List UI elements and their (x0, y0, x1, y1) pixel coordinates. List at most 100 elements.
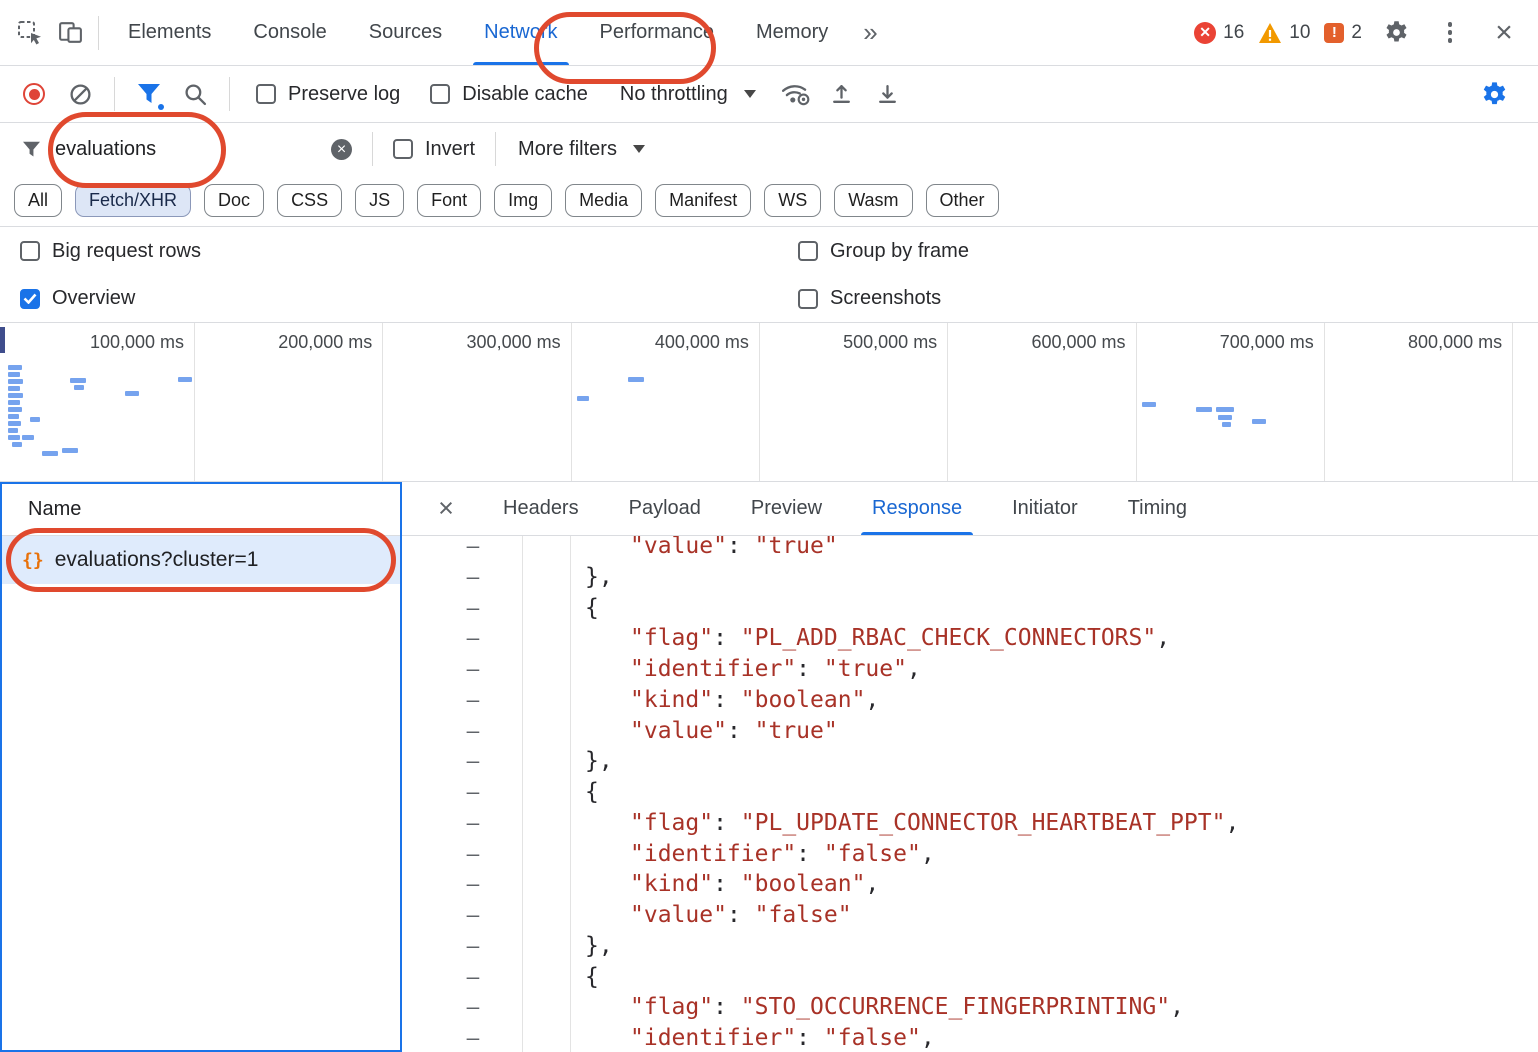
type-filter-js[interactable]: JS (355, 184, 404, 217)
inspect-element-button[interactable] (10, 13, 50, 53)
code-line: –"kind": "boolean", (402, 869, 1538, 900)
type-filter-other[interactable]: Other (926, 184, 999, 217)
timeline-request-bar (1222, 422, 1231, 427)
code-line: –}, (402, 931, 1538, 962)
request-name: evaluations?cluster=1 (55, 548, 259, 572)
code-line: –"identifier": "true", (402, 654, 1538, 685)
code-line: –"kind": "boolean", (402, 685, 1538, 716)
menu-button[interactable] (1430, 13, 1470, 53)
network-conditions-button[interactable] (776, 74, 816, 114)
device-toolbar-button[interactable] (50, 13, 90, 53)
import-har-button[interactable] (822, 74, 862, 114)
record-button[interactable] (14, 74, 54, 114)
code-text: "kind": "boolean", (523, 685, 879, 716)
detail-tab-timing[interactable]: Timing (1103, 482, 1212, 535)
console-errors-badge[interactable]: ✕ 16 (1194, 22, 1244, 44)
name-column-header[interactable]: Name (2, 484, 400, 536)
throttling-select[interactable]: No throttling (620, 83, 756, 106)
tab-sources[interactable]: Sources (348, 0, 463, 65)
network-conditions-icon (781, 81, 811, 107)
overview-checkbox[interactable]: Overview (20, 287, 135, 310)
export-har-button[interactable] (868, 74, 908, 114)
console-warnings-badge[interactable]: 10 (1258, 22, 1310, 44)
checkbox[interactable] (798, 241, 818, 261)
type-filter-img[interactable]: Img (494, 184, 552, 217)
clear-button[interactable] (60, 74, 100, 114)
line-marker: – (402, 962, 523, 993)
timeline-request-bar (30, 417, 40, 422)
code-text: }, (523, 931, 613, 962)
settings-button[interactable] (1376, 13, 1416, 53)
type-filter-fetch-xhr[interactable]: Fetch/XHR (75, 184, 191, 217)
code-text: "value": "false" (523, 900, 852, 931)
type-filter-ws[interactable]: WS (764, 184, 821, 217)
inspect-icon (17, 20, 43, 46)
group-by-frame-checkbox[interactable]: Group by frame (798, 240, 969, 263)
timeline-tick-label: 300,000 ms (389, 332, 561, 353)
more-filters-button[interactable]: More filters (518, 138, 645, 161)
tab-network[interactable]: Network (463, 0, 578, 65)
type-filter-doc[interactable]: Doc (204, 184, 264, 217)
checkbox[interactable] (256, 84, 276, 104)
detail-tab-response[interactable]: Response (847, 482, 987, 535)
timeline-request-bar (8, 365, 22, 370)
type-filter-font[interactable]: Font (417, 184, 481, 217)
type-filter-wasm[interactable]: Wasm (834, 184, 912, 217)
code-line: –"flag": "PL_UPDATE_CONNECTOR_HEARTBEAT_… (402, 808, 1538, 839)
timeline-request-bar (12, 442, 22, 447)
checkbox[interactable] (798, 289, 818, 309)
request-type-filters: All Fetch/XHR Doc CSS JS Font Img Media Manifest… (0, 175, 1538, 227)
tab-console[interactable]: Console (232, 0, 347, 65)
checkbox[interactable] (430, 84, 450, 104)
filter-input[interactable] (55, 138, 327, 161)
line-marker: – (402, 716, 523, 747)
detail-tab-initiator[interactable]: Initiator (987, 482, 1103, 535)
timeline-gridline (194, 323, 195, 481)
error-count: 16 (1223, 22, 1244, 44)
detail-tab-payload[interactable]: Payload (604, 482, 726, 535)
more-tabs-button[interactable]: » (849, 17, 891, 48)
overview-timeline[interactable]: 100,000 ms200,000 ms300,000 ms400,000 ms… (0, 322, 1538, 482)
checkbox[interactable] (393, 139, 413, 159)
timeline-request-bar (8, 421, 21, 426)
tab-performance[interactable]: Performance (579, 0, 736, 65)
type-filter-css[interactable]: CSS (277, 184, 342, 217)
panel-tabs: ElementsConsoleSourcesNetworkPerformance… (107, 0, 849, 65)
screenshots-checkbox[interactable]: Screenshots (798, 287, 941, 310)
code-text: "identifier": "false", (523, 1023, 935, 1052)
close-details-button[interactable]: × (428, 495, 464, 522)
disable-cache-checkbox[interactable]: Disable cache (430, 83, 588, 106)
clear-filter-icon[interactable]: × (331, 139, 352, 160)
detail-tab-preview[interactable]: Preview (726, 482, 847, 535)
checkbox-label: Overview (52, 287, 135, 310)
type-filter-all[interactable]: All (14, 184, 62, 217)
timeline-gridline (759, 323, 760, 481)
overview-grip[interactable] (0, 327, 5, 353)
timeline-request-bar (8, 407, 22, 412)
tab-elements[interactable]: Elements (107, 0, 232, 65)
tab-memory[interactable]: Memory (735, 0, 849, 65)
filter-funnel-small-icon (22, 141, 41, 158)
timeline-gridline (1324, 323, 1325, 481)
error-icon: ✕ (1194, 22, 1216, 44)
line-marker: – (402, 536, 523, 562)
network-settings-button[interactable] (1474, 74, 1514, 114)
request-row[interactable]: {}evaluations?cluster=1 (2, 536, 400, 584)
detail-tab-headers[interactable]: Headers (478, 482, 604, 535)
indent-guide (570, 536, 571, 1052)
checkbox-checked[interactable] (20, 289, 40, 309)
big-request-rows-checkbox[interactable]: Big request rows (20, 240, 201, 263)
throttling-value: No throttling (620, 83, 728, 106)
type-filter-manifest[interactable]: Manifest (655, 184, 751, 217)
close-devtools-button[interactable]: × (1484, 13, 1524, 53)
preserve-log-checkbox[interactable]: Preserve log (256, 83, 400, 106)
filter-toggle-button[interactable] (129, 74, 169, 114)
response-body[interactable]: –"value": "true"–},–{–"flag": "PL_ADD_RB… (402, 536, 1538, 1052)
issues-badge[interactable]: ! 2 (1324, 22, 1362, 44)
type-filter-media[interactable]: Media (565, 184, 642, 217)
checkbox[interactable] (20, 241, 40, 261)
timeline-tick-label: 600,000 ms (954, 332, 1126, 353)
search-button[interactable] (175, 74, 215, 114)
invert-checkbox[interactable]: Invert (393, 138, 475, 161)
timeline-request-bar (42, 451, 58, 456)
